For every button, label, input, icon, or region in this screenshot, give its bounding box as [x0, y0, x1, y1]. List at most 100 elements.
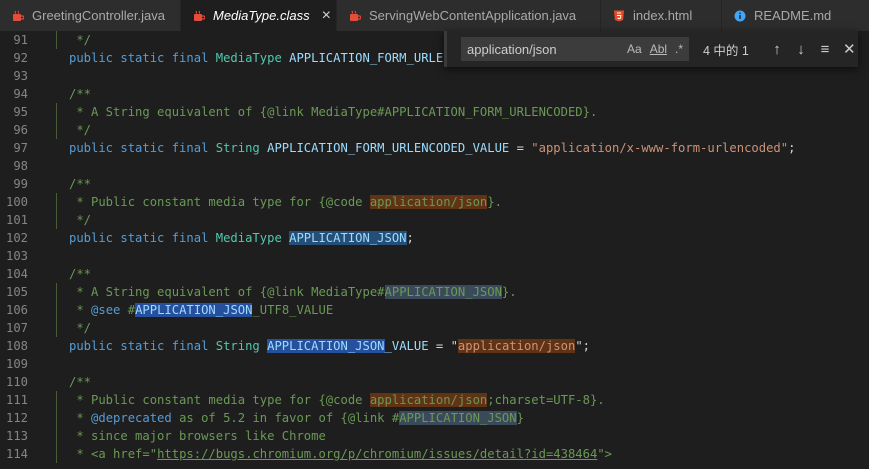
keyword: public static final	[69, 339, 216, 353]
line-number: 102	[5, 231, 28, 245]
code-line: 96 */	[0, 121, 869, 139]
comment-text: * @deprecated as of 5.2 in favor of {@li…	[69, 409, 524, 427]
indent-guide	[56, 301, 57, 319]
type-name: String	[215, 339, 268, 353]
comment-text: * <a href="https://bugs.chromium.org/p/c…	[69, 445, 612, 463]
javadoc-tag: @see	[91, 303, 121, 317]
comment-text: /**	[69, 375, 92, 389]
comment-part: ">	[597, 447, 612, 461]
find-input[interactable]	[461, 40, 619, 58]
code-line: 100 * Public constant media type for {@c…	[0, 193, 869, 211]
code-text: public static final MediaType APPLICATIO…	[69, 49, 495, 67]
line-number: 99	[13, 177, 28, 191]
url-link[interactable]: https://bugs.chromium.org/p/chromium/iss…	[157, 447, 597, 461]
code-line: 95 * A String equivalent of {@link Media…	[0, 103, 869, 121]
indent-guide	[56, 283, 57, 301]
tab-index-html[interactable]: index.html	[601, 0, 722, 31]
code-line: 108 public static final String APPLICATIO…	[0, 337, 869, 355]
code-line: 113 * since major browsers like Chrome	[0, 427, 869, 445]
tab-label: index.html	[633, 8, 693, 23]
punctuation: ;	[788, 141, 796, 155]
next-match-icon[interactable]: ↓	[795, 41, 807, 58]
indent-guide	[56, 193, 57, 211]
comment-part: * Public constant media type for {@code	[69, 195, 370, 209]
find-match-highlight: application/json	[369, 393, 488, 407]
java-cup-icon	[193, 10, 205, 22]
code-line: 111 * Public constant media type for {@c…	[0, 391, 869, 409]
match-count: 4 中的 1	[703, 43, 749, 58]
line-number: 96	[13, 123, 28, 137]
use-regex-toggle[interactable]: .*	[675, 42, 683, 56]
match-whole-word-toggle[interactable]: Abl	[650, 42, 667, 56]
line-number: 104	[5, 267, 28, 281]
tab-serving-web-content-application[interactable]: ServingWebContentApplication.java	[337, 0, 601, 31]
line-number: 111	[5, 393, 28, 407]
keyword: public static final	[69, 51, 216, 65]
comment-part: * A String equivalent of {@link MediaTyp…	[69, 285, 385, 299]
code-text: public static final MediaType APPLICATIO…	[69, 229, 414, 247]
comment-part: * Public constant media type for {@code	[69, 393, 370, 407]
indent-guide	[56, 319, 57, 337]
code-line: 105 * A String equivalent of {@link Medi…	[0, 283, 869, 301]
tab-label: ServingWebContentApplication.java	[369, 8, 577, 23]
line-number: 107	[5, 321, 28, 335]
comment-part: as of 5.2 in favor of {@link #	[171, 411, 400, 425]
close-icon[interactable]: ×	[322, 7, 331, 25]
punctuation: ";	[575, 339, 591, 353]
comment-text: /**	[69, 267, 92, 281]
tab-greeting-controller[interactable]: GreetingController.java	[0, 0, 181, 31]
line-number: 114	[5, 447, 28, 461]
symbol-reference-highlight: APPLICATION_JSON	[135, 303, 253, 317]
tab-label: GreetingController.java	[32, 8, 165, 23]
code-line: 94 /**	[0, 85, 869, 103]
comment-text: */	[69, 321, 92, 335]
indent-guide	[56, 31, 57, 49]
code-line: 109	[0, 355, 869, 373]
indent-guide	[56, 445, 57, 463]
identifier: _VALUE	[384, 339, 429, 353]
tab-mediatype-class[interactable]: MediaType.class ×	[181, 0, 337, 31]
close-icon[interactable]: ✕	[843, 40, 856, 58]
comment-text: */	[69, 213, 92, 227]
comment-text: /**	[69, 177, 92, 191]
java-cup-icon	[349, 10, 361, 22]
tab-label: MediaType.class	[213, 8, 310, 23]
code-line: 102 public static final MediaType APPLICA…	[0, 229, 869, 247]
line-number: 109	[5, 357, 28, 371]
symbol-reference-highlight: APPLICATION_JSON	[399, 411, 517, 425]
indent-guide	[56, 391, 57, 409]
html5-icon	[613, 10, 625, 22]
editor-tab-bar: GreetingController.java MediaType.class …	[0, 0, 869, 31]
line-number: 92	[13, 51, 28, 65]
line-number: 112	[5, 411, 28, 425]
java-cup-icon	[12, 10, 24, 22]
find-input-box: Aa Abl .*	[461, 37, 689, 61]
code-editor[interactable]: 91 */ 92 public static final MediaType AP…	[0, 31, 869, 469]
previous-match-icon[interactable]: ↑	[771, 41, 783, 58]
comment-text: * since major browsers like Chrome	[69, 429, 326, 443]
code-line: 104 /**	[0, 265, 869, 283]
comment-part: *	[69, 303, 92, 317]
code-text: public static final String APPLICATION_F…	[69, 139, 795, 157]
comment-text: /**	[69, 87, 92, 101]
identifier: APPLICATION_FORM_URLENCODED_VALUE	[267, 141, 510, 155]
line-number: 101	[5, 213, 28, 227]
code-line: 97 public static final String APPLICATION…	[0, 139, 869, 157]
comment-part: }.	[501, 285, 517, 299]
comment-part: _UTF8_VALUE	[252, 303, 334, 317]
code-line: 101 */	[0, 211, 869, 229]
type-name: MediaType	[215, 51, 290, 65]
string-literal: "application/x-www-form-urlencoded"	[531, 141, 789, 155]
line-number: 95	[13, 105, 28, 119]
match-case-toggle[interactable]: Aa	[627, 42, 642, 56]
line-number: 113	[5, 429, 28, 443]
code-line: 107 */	[0, 319, 869, 337]
indent-guide	[56, 427, 57, 445]
tab-readme-md[interactable]: README.md	[722, 0, 869, 31]
code-line: 106 * @see #APPLICATION_JSON_UTF8_VALUE	[0, 301, 869, 319]
keyword: public static final	[69, 141, 216, 155]
find-match-highlight: application/json	[457, 339, 576, 353]
line-number: 93	[13, 69, 28, 83]
find-in-selection-icon[interactable]: ≡	[819, 41, 831, 58]
line-number: 100	[5, 195, 28, 209]
